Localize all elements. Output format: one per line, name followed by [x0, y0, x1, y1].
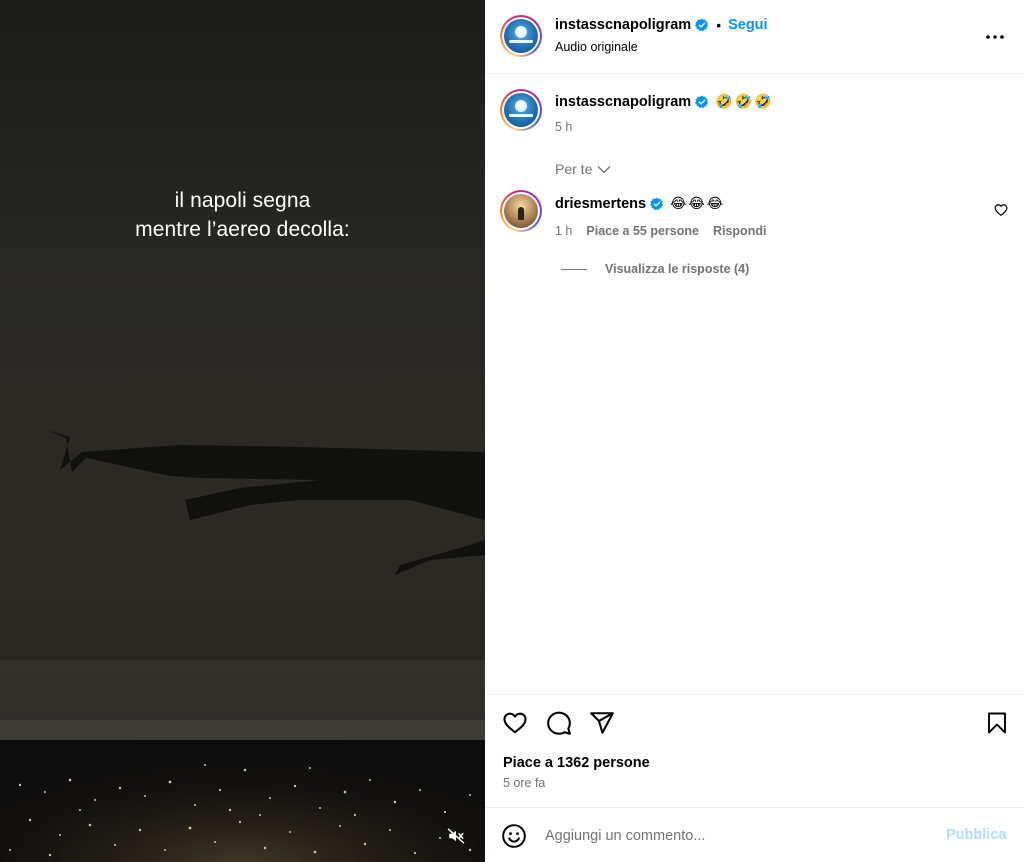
comment-text: 😂😂😂	[670, 196, 726, 212]
publish-button[interactable]: Pubblica	[946, 827, 1006, 843]
emoji-picker-button[interactable]	[501, 823, 527, 849]
verified-badge-icon	[695, 95, 709, 109]
overlay-line: il napoli segna	[174, 189, 311, 212]
follow-button[interactable]: Segui	[728, 17, 767, 33]
heart-icon	[994, 204, 1008, 216]
verified-badge-icon	[650, 197, 664, 211]
comment-like-button[interactable]	[994, 203, 1010, 219]
save-button[interactable]	[983, 709, 1011, 737]
caption-time: 5 h	[555, 120, 573, 134]
post-header: instasscnapoligram • Segui Audio origina…	[485, 0, 1024, 74]
video-overlay-text: il napoli segna mentre l’aereo decolla:	[0, 186, 485, 244]
smiley-icon	[502, 824, 526, 848]
comments-filter-dropdown[interactable]: Per te	[555, 161, 611, 177]
caption-username[interactable]: instasscnapoligram	[555, 94, 691, 110]
author-username[interactable]: instasscnapoligram	[555, 17, 691, 33]
bookmark-icon	[988, 712, 1006, 734]
comment-meta: 1 h Piace a 55 persone Rispondi	[555, 224, 766, 238]
share-button[interactable]	[588, 709, 616, 737]
comment-item: driesmertens 😂😂😂	[555, 196, 725, 212]
divider-line	[561, 268, 587, 270]
post-timestamp[interactable]: 5 ore fa	[503, 776, 545, 790]
comment-button[interactable]	[545, 709, 573, 737]
reply-button[interactable]: Rispondi	[713, 224, 766, 238]
avatar-image	[504, 19, 538, 53]
comment-likes-link[interactable]: Piace a 55 persone	[586, 224, 699, 238]
caption-avatar[interactable]	[500, 89, 542, 131]
comments-filter-label: Per te	[555, 161, 593, 177]
comment-icon	[547, 711, 571, 735]
comment-input[interactable]	[545, 823, 925, 849]
mute-button[interactable]	[444, 824, 468, 848]
post-side-panel: instasscnapoligram • Segui Audio origina…	[485, 0, 1024, 862]
view-replies-label: Visualizza le risposte (4)	[605, 262, 750, 276]
commenter-username[interactable]: driesmertens	[555, 196, 646, 212]
avatar-image	[504, 194, 538, 228]
more-options-button[interactable]	[983, 27, 1007, 47]
share-icon	[590, 712, 614, 734]
caption: instasscnapoligram 🤣🤣🤣	[555, 94, 773, 110]
add-comment-bar: Pubblica	[485, 807, 1024, 862]
commenter-avatar[interactable]	[500, 190, 542, 232]
actions-divider	[485, 694, 1024, 695]
video-frame	[0, 430, 485, 862]
post-likes-count[interactable]: Piace a 1362 persone	[503, 755, 650, 771]
airplane-wing	[46, 430, 485, 575]
more-horizontal-icon	[986, 35, 1004, 39]
view-replies-button[interactable]: Visualizza le risposte (4)	[561, 262, 749, 276]
verified-badge-icon	[695, 18, 709, 32]
caption-text: 🤣🤣🤣	[715, 94, 774, 110]
avatar-image	[504, 93, 538, 127]
author-avatar[interactable]	[500, 15, 542, 57]
overlay-line: mentre l’aereo decolla:	[135, 218, 350, 241]
speaker-muted-icon	[447, 828, 465, 844]
like-button[interactable]	[501, 709, 529, 737]
chevron-down-icon	[597, 165, 611, 173]
heart-icon	[503, 712, 527, 734]
audio-link[interactable]: Audio originale	[555, 40, 638, 54]
author-line: instasscnapoligram • Segui	[555, 17, 768, 33]
video-player[interactable]: il napoli segna mentre l’aereo decolla:	[0, 0, 485, 862]
comment-time: 1 h	[555, 224, 573, 238]
separator-dot: •	[716, 17, 722, 33]
